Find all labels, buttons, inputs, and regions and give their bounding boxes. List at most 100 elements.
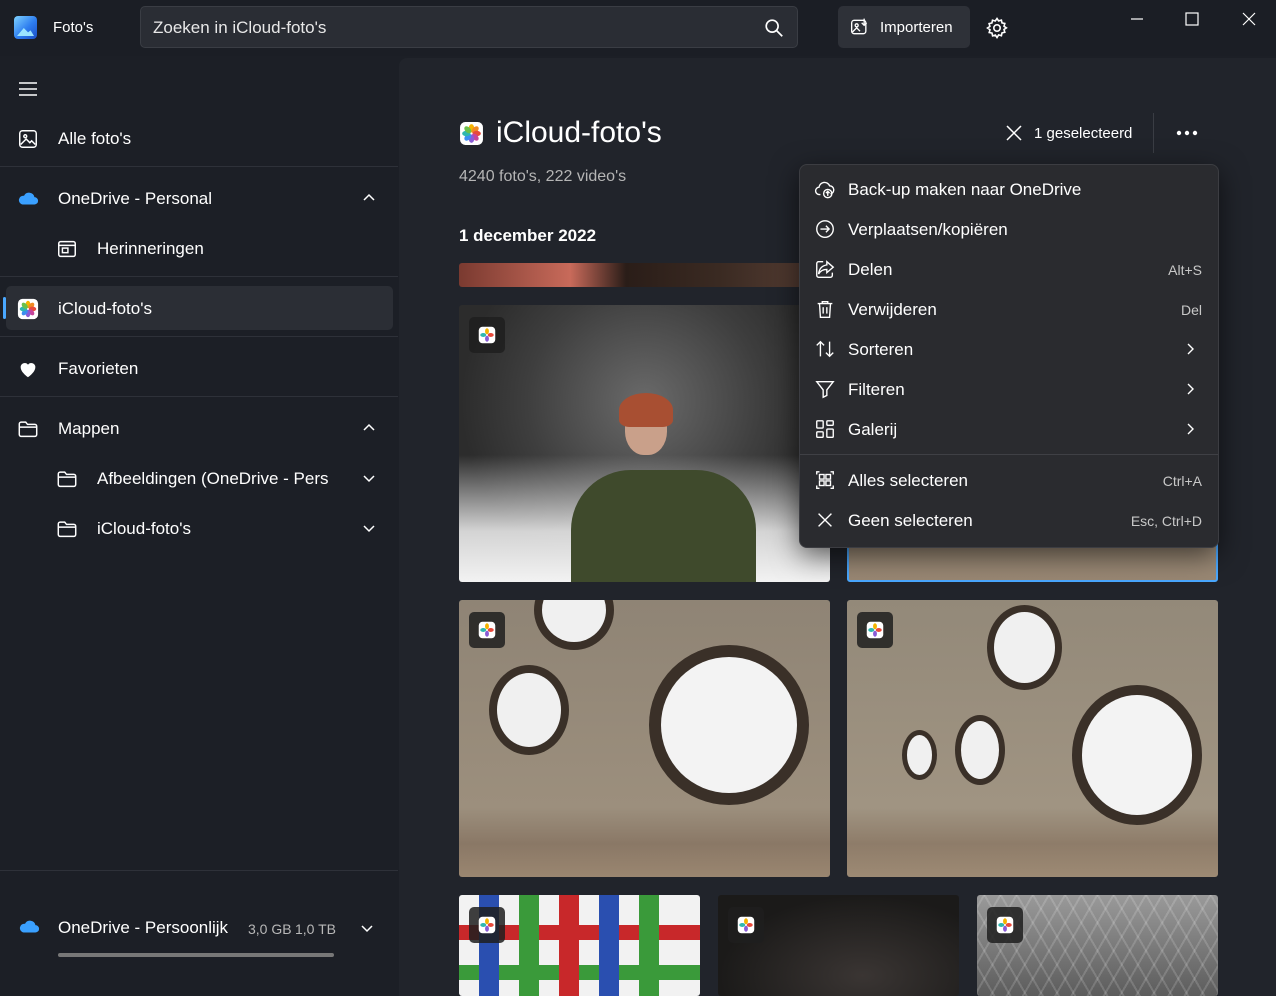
sidebar-item-onedrive[interactable]: OneDrive - Personal: [0, 176, 398, 222]
photo-subject-sweater: [571, 470, 756, 582]
heart-icon: [20, 363, 36, 378]
filter-icon: [815, 380, 835, 399]
sidebar-item-favorites[interactable]: Favorieten: [0, 346, 398, 392]
gallery-grid-icon: [816, 420, 834, 438]
menu-item-sort[interactable]: Sorteren: [800, 329, 1218, 369]
chevron-up-icon[interactable]: [362, 421, 376, 435]
storage-used: 3,0 GB: [248, 921, 292, 937]
sidebar-item-label: iCloud-foto's: [97, 519, 191, 538]
chevron-down-icon[interactable]: [360, 921, 374, 935]
photo-clock: [534, 600, 614, 650]
move-arrow-icon: [816, 220, 834, 238]
icloud-photos-icon: [996, 916, 1014, 934]
menu-item-select-all[interactable]: Alles selecteren Ctrl+A: [800, 460, 1218, 500]
clear-selection-icon[interactable]: [1004, 123, 1024, 143]
trash-icon: [817, 300, 833, 318]
import-label: Importeren: [880, 19, 953, 36]
toolbar-separator: [1153, 113, 1154, 153]
sidebar-item-label: Herinneringen: [97, 239, 204, 258]
photo-thumbnail[interactable]: [459, 600, 830, 877]
icloud-badge: [987, 907, 1023, 943]
context-menu: Back-up maken naar OneDrive Verplaatsen/…: [799, 164, 1219, 548]
page-title: iCloud-foto's: [496, 116, 662, 149]
menu-item-delete[interactable]: Verwijderen Del: [800, 289, 1218, 329]
chevron-right-icon: [1187, 423, 1194, 435]
icloud-photos-icon: [460, 122, 483, 145]
hamburger-menu-icon[interactable]: [18, 82, 38, 96]
menu-item-label: Geen selecteren: [848, 511, 973, 530]
sidebar-item-all-photos[interactable]: Alle foto's: [0, 116, 398, 162]
menu-item-label: Filteren: [848, 380, 905, 399]
storage-total: 1,0 TB: [295, 921, 336, 937]
title-bar: Foto's Zoeken in iCloud-foto's Importere…: [0, 0, 1276, 56]
sidebar-item-folder-icloud[interactable]: iCloud-foto's: [0, 506, 398, 552]
folder-icon: [18, 421, 38, 438]
cloud-upload-icon: [814, 181, 835, 199]
chevron-down-icon[interactable]: [362, 471, 376, 485]
photo-thumbnail[interactable]: [847, 600, 1218, 877]
more-options-icon[interactable]: [1174, 124, 1200, 142]
menu-item-shortcut: Del: [1180, 302, 1202, 318]
icloud-photos-icon: [17, 298, 39, 320]
chevron-down-icon[interactable]: [362, 521, 376, 535]
divider: [0, 166, 398, 167]
sidebar-item-label: Favorieten: [58, 359, 139, 378]
onedrive-cloud-icon: [18, 192, 39, 205]
settings-gear-icon[interactable]: [985, 16, 1009, 40]
icloud-badge: [469, 612, 505, 648]
onedrive-cloud-icon: [19, 920, 40, 933]
sidebar-item-folder-pictures[interactable]: Afbeeldingen (OneDrive - Pers: [0, 456, 398, 502]
divider: [0, 336, 398, 337]
sidebar-item-label: Mappen: [58, 419, 120, 438]
import-button[interactable]: Importeren: [838, 6, 970, 48]
icloud-badge: [469, 317, 505, 353]
menu-item-label: Back-up maken naar OneDrive: [848, 180, 1082, 199]
memories-icon: [58, 240, 76, 258]
menu-item-select-none[interactable]: Geen selecteren Esc, Ctrl+D: [800, 500, 1218, 540]
sidebar-item-icloud-photos[interactable]: iCloud-foto's: [0, 286, 398, 332]
menu-item-shortcut: Esc, Ctrl+D: [1130, 513, 1202, 529]
divider: [0, 870, 398, 871]
maximize-icon[interactable]: [1177, 8, 1207, 30]
sidebar-item-folders[interactable]: Mappen: [0, 406, 398, 452]
chevron-right-icon: [1187, 343, 1194, 355]
select-all-icon: [816, 471, 834, 489]
menu-item-shortcut: Alt+S: [1168, 262, 1202, 278]
menu-item-label: Delen: [848, 260, 893, 279]
menu-item-gallery[interactable]: Galerij: [800, 409, 1218, 449]
photo-clock: [987, 605, 1062, 690]
item-counts: 4240 foto's, 222 video's: [459, 168, 627, 185]
icloud-photos-icon: [866, 621, 884, 639]
photo-clock: [955, 715, 1005, 785]
storage-label: OneDrive - Persoonlijk: [58, 918, 229, 937]
divider: [0, 276, 398, 277]
sidebar-item-label: Afbeeldingen (OneDrive - Pers: [97, 469, 329, 488]
storage-progress-bar: [58, 953, 334, 957]
icloud-photos-icon: [737, 916, 755, 934]
icloud-badge: [857, 612, 893, 648]
photo-clock: [489, 665, 569, 755]
menu-item-backup[interactable]: Back-up maken naar OneDrive: [800, 169, 1218, 209]
menu-item-move-copy[interactable]: Verplaatsen/kopiëren: [800, 209, 1218, 249]
photo-thumbnail[interactable]: [718, 895, 959, 996]
search-box[interactable]: Zoeken in iCloud-foto's: [140, 6, 798, 48]
menu-separator: [800, 454, 1218, 455]
sidebar-item-label: Alle foto's: [58, 129, 132, 148]
menu-item-filter[interactable]: Filteren: [800, 369, 1218, 409]
photo-thumbnail[interactable]: [459, 895, 700, 996]
close-window-icon[interactable]: [1234, 8, 1264, 30]
search-input[interactable]: Zoeken in iCloud-foto's: [153, 18, 326, 38]
folder-icon: [57, 471, 77, 488]
menu-item-label: Alles selecteren: [848, 471, 969, 490]
photo-thumbnail[interactable]: [977, 895, 1218, 996]
photo-thumbnail[interactable]: [459, 305, 830, 582]
menu-item-label: Sorteren: [848, 340, 914, 359]
minimize-icon[interactable]: [1122, 8, 1152, 30]
menu-item-share[interactable]: Delen Alt+S: [800, 249, 1218, 289]
sidebar-item-memories[interactable]: Herinneringen: [0, 226, 398, 272]
chevron-up-icon[interactable]: [362, 191, 376, 205]
search-icon[interactable]: [763, 17, 785, 39]
app-title: Foto's: [53, 19, 94, 36]
photo-thumbnail[interactable]: [459, 263, 830, 287]
menu-item-shortcut: Ctrl+A: [1162, 473, 1202, 489]
